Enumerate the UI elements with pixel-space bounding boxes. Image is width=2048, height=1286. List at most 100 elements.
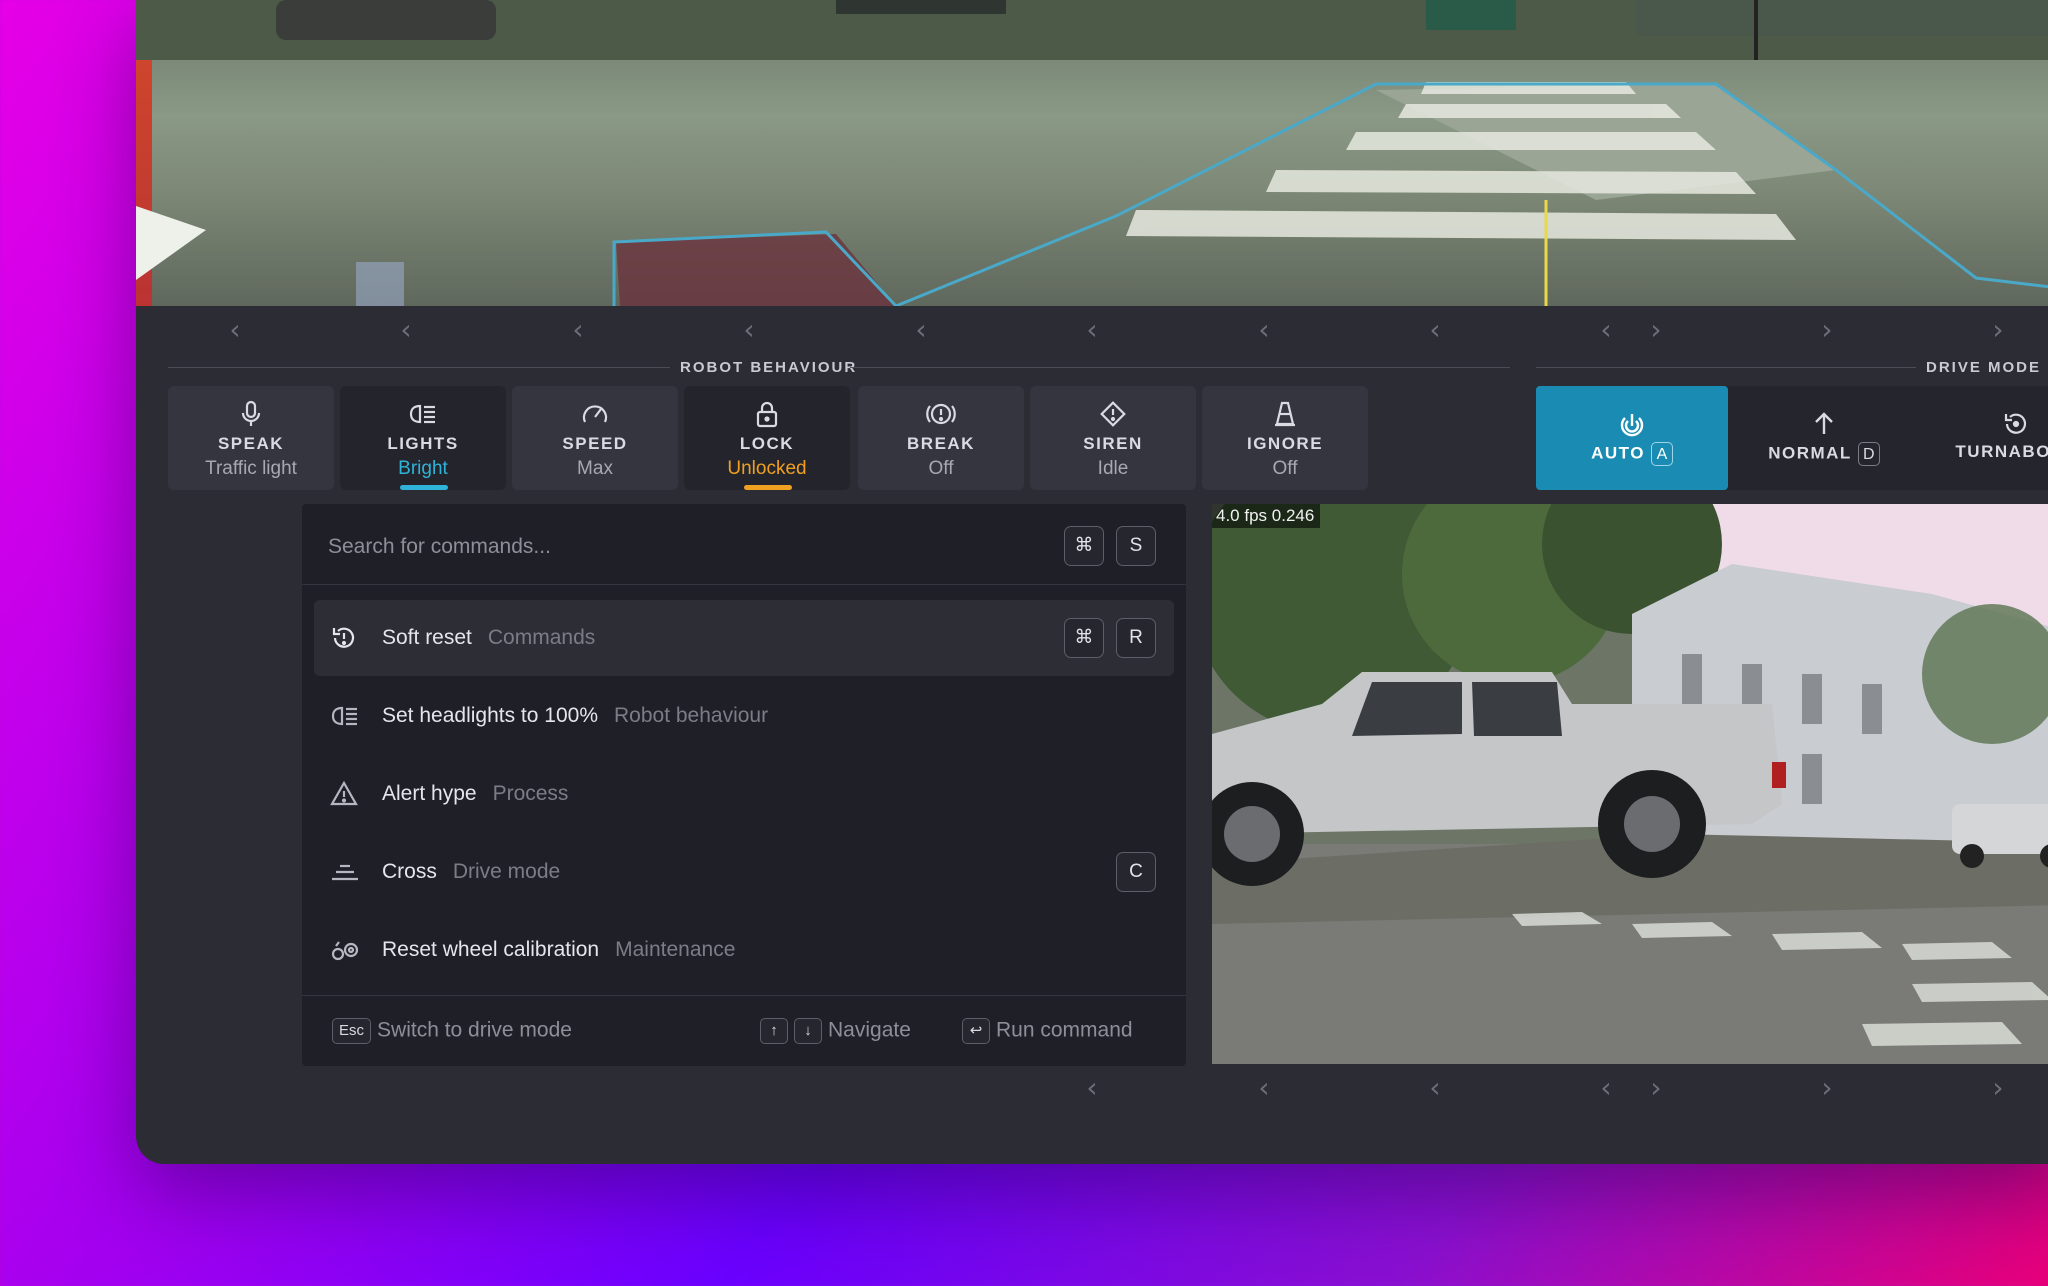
scroll-right-arrow[interactable]: › — [1821, 1070, 1832, 1106]
esc-key: Esc — [332, 1018, 372, 1044]
speak-title: SPEAK — [217, 434, 285, 453]
search-input[interactable] — [326, 524, 970, 570]
scroll-left-arrow[interactable]: ‹ — [915, 312, 926, 348]
command-label: Cross Drive mode — [382, 860, 561, 883]
auto-mode-button[interactable]: AUTO A — [1536, 386, 1728, 490]
s-key: S — [1116, 526, 1156, 566]
ignore-value: Off — [1272, 458, 1298, 479]
scroll-left-arrow[interactable]: ‹ — [1600, 1070, 1611, 1106]
command-category: Robot behaviour — [614, 704, 769, 727]
command-cross[interactable]: Cross Drive mode C — [314, 834, 1174, 910]
scroll-left-arrow[interactable]: ‹ — [1258, 1070, 1269, 1106]
command-label: Set headlights to 100% Robot behaviour — [382, 704, 769, 727]
scroll-left-arrow[interactable]: ‹ — [229, 312, 240, 348]
side-camera-feed: 4.0 fps 0.246 — [1212, 504, 2048, 1064]
command-category: Maintenance — [615, 938, 736, 961]
command-label: Alert hype Process — [382, 782, 569, 805]
command-reset-wheel-calibration[interactable]: Reset wheel calibration Maintenance — [314, 912, 1174, 988]
lights-button[interactable]: LIGHTS Bright — [340, 386, 506, 490]
lock-button[interactable]: LOCK Unlocked — [684, 386, 850, 490]
enter-key: ↩ — [962, 1018, 990, 1044]
teleop-window: ‹ ‹ ‹ ‹ ‹ ‹ ‹ ‹ ‹ › › › ROBOT BEHAVIOUR … — [136, 0, 2048, 1164]
padlock-icon — [684, 400, 850, 428]
scroll-right-arrow[interactable]: › — [1650, 312, 1661, 348]
r-key: R — [1116, 618, 1156, 658]
command-soft-reset[interactable]: Soft reset Commands ⌘ R — [314, 600, 1174, 676]
lock-value: Unlocked — [727, 458, 807, 479]
arrow-up-key: ↑ — [760, 1018, 788, 1044]
scroll-right-arrow[interactable]: › — [1992, 1070, 2003, 1106]
street-scene — [1212, 504, 2048, 1064]
scroll-right-arrow[interactable]: › — [1821, 312, 1832, 348]
command-category: Process — [492, 782, 569, 805]
brake-warning-icon — [858, 400, 1024, 428]
speak-value: Traffic light — [205, 458, 297, 479]
microphone-icon — [168, 400, 334, 428]
drive-mode-heading: DRIVE MODE — [1916, 359, 2048, 376]
top-arrow-row: ‹ ‹ ‹ ‹ ‹ ‹ ‹ ‹ ‹ › › › — [136, 312, 2048, 348]
siren-button[interactable]: SIREN Idle — [1030, 386, 1196, 490]
section-rule — [850, 367, 1510, 368]
speed-button[interactable]: SPEED Max — [512, 386, 678, 490]
traffic-cone-icon — [1202, 400, 1368, 428]
speedometer-icon — [512, 400, 678, 428]
search-row: ⌘ S — [302, 504, 1186, 585]
command-set-headlights[interactable]: Set headlights to 100% Robot behaviour — [314, 678, 1174, 754]
drive-mode-group: AUTOA NORMALD TURNABOUT CL — [1536, 386, 2048, 490]
palette-footer: Esc Switch to drive mode ↑ ↓ Navigate ↩ Run … — [302, 995, 1186, 1066]
scroll-left-arrow[interactable]: ‹ — [400, 312, 411, 348]
command-category: Drive mode — [452, 860, 561, 883]
break-value: Off — [928, 458, 954, 479]
siren-diamond-icon — [1030, 400, 1196, 428]
break-title: BREAK — [907, 434, 975, 453]
auto-mode-label: AUTO A — [1536, 442, 1728, 466]
scroll-left-arrow[interactable]: ‹ — [743, 312, 754, 348]
lock-active-indicator — [744, 485, 792, 490]
speed-title: SPEED — [562, 434, 628, 453]
speak-button[interactable]: SPEAK Traffic light — [168, 386, 334, 490]
scroll-left-arrow[interactable]: ‹ — [1429, 1070, 1440, 1106]
scroll-left-arrow[interactable]: ‹ — [572, 312, 583, 348]
ignore-button[interactable]: IGNORE Off — [1202, 386, 1368, 490]
scroll-right-arrow[interactable]: › — [1992, 312, 2003, 348]
command-palette: ⌘ S Soft resetCommands ⌘ R Set headlight… — [302, 504, 1186, 1066]
fps-readout: 4.0 fps 0.246 — [1212, 504, 1321, 528]
turnabout-mode-button[interactable]: TURNABOUT — [1920, 386, 2048, 490]
ignore-title: IGNORE — [1246, 434, 1324, 453]
lights-value: Bright — [398, 458, 448, 479]
restore-clock-icon — [330, 624, 358, 652]
lights-title: LIGHTS — [387, 434, 459, 453]
crosswalk-icon — [330, 858, 358, 886]
normal-mode-button[interactable]: NORMAL D — [1728, 386, 1920, 490]
command-category: Commands — [487, 626, 596, 649]
navigate-hint: ↑ ↓ Navigate — [760, 1018, 911, 1044]
top-camera-feed — [136, 0, 2048, 306]
run-hint: ↩ Run command — [962, 1018, 1133, 1044]
turnabout-icon — [1920, 410, 2048, 438]
speed-value: Max — [577, 458, 613, 479]
siren-value: Idle — [1097, 458, 1129, 479]
wheel-calibration-icon — [330, 936, 359, 964]
scroll-left-arrow[interactable]: ‹ — [1429, 312, 1440, 348]
c-key: C — [1116, 852, 1156, 892]
road-scene — [136, 0, 2048, 306]
turnabout-mode-label: TURNABOUT — [1955, 442, 2048, 461]
headlights-icon — [330, 702, 358, 730]
arrow-up-icon — [1728, 410, 1920, 438]
scroll-left-arrow[interactable]: ‹ — [1086, 1070, 1097, 1106]
command-alert-hype[interactable]: Alert hype Process — [314, 756, 1174, 832]
headlights-icon — [340, 400, 506, 428]
scroll-left-arrow[interactable]: ‹ — [1600, 312, 1611, 348]
scroll-left-arrow[interactable]: ‹ — [1258, 312, 1269, 348]
auto-shortcut-key: A — [1650, 442, 1673, 466]
command-key: ⌘ — [1064, 526, 1104, 566]
bottom-arrow-row: ‹ ‹ ‹ ‹ › › › — [136, 1070, 2048, 1106]
break-button[interactable]: BREAK Off — [858, 386, 1024, 490]
normal-shortcut-key: D — [1857, 442, 1880, 466]
esc-hint: Esc Switch to drive mode — [332, 1018, 572, 1044]
robot-behaviour-heading: ROBOT BEHAVIOUR — [670, 359, 868, 376]
scroll-right-arrow[interactable]: › — [1650, 1070, 1661, 1106]
command-label: Soft reset Commands — [382, 626, 596, 649]
arrow-down-key: ↓ — [794, 1018, 822, 1044]
scroll-left-arrow[interactable]: ‹ — [1086, 312, 1097, 348]
